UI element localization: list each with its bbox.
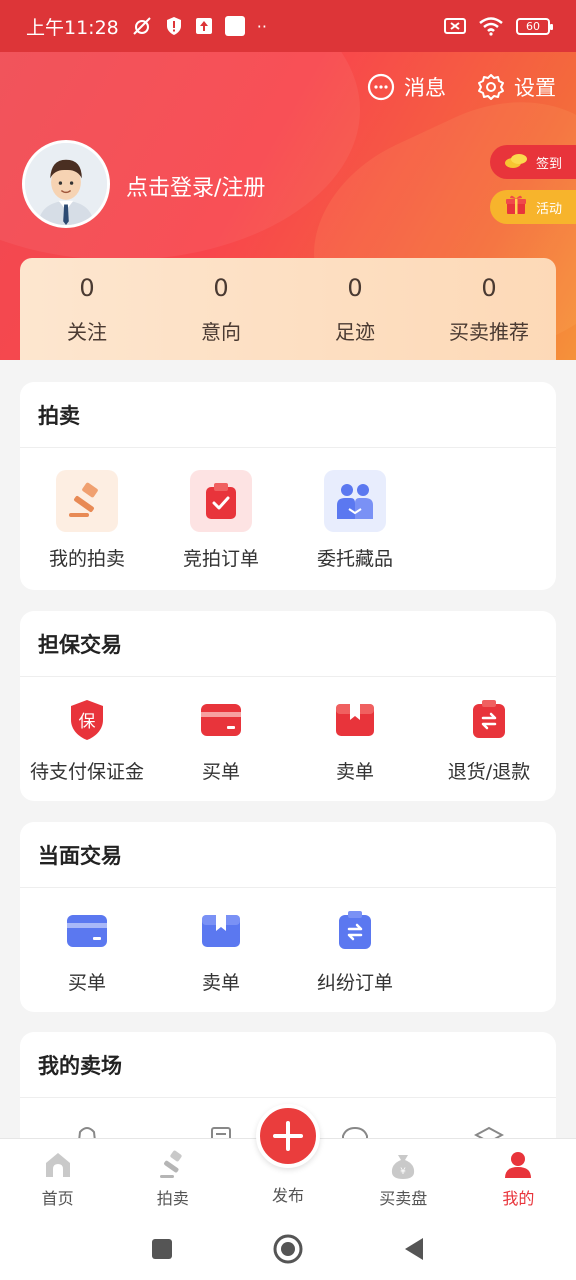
notification-square-icon <box>224 16 245 36</box>
return-refund-item[interactable]: 退货/退款 <box>422 695 556 784</box>
activity-label: 活动 <box>536 201 563 217</box>
guarantee-sell-orders-item[interactable]: 卖单 <box>288 695 422 784</box>
wifi-icon <box>478 16 504 36</box>
dispute-icon <box>324 906 386 956</box>
stat-footprint[interactable]: 0 足迹 <box>288 258 422 360</box>
gavel-icon <box>56 470 118 532</box>
tab-label: 我的 <box>502 1188 535 1208</box>
settings-label: 设置 <box>514 76 556 100</box>
stat-value: 0 <box>481 273 497 302</box>
stat-intent[interactable]: 0 意向 <box>154 258 288 360</box>
shield-bao-icon: 保 <box>56 695 118 745</box>
guarantee-trade-card: 担保交易 保 待支付保证金 买单 卖单 退货/退款 <box>20 611 556 801</box>
f2f-sell-orders-item[interactable]: 卖单 <box>154 906 288 995</box>
section-title: 拍卖 <box>20 382 556 448</box>
stat-recommend[interactable]: 0 买卖推荐 <box>422 258 556 360</box>
guarantee-buy-orders-item[interactable]: 买单 <box>154 695 288 784</box>
shield-alert-icon <box>165 16 183 36</box>
stat-value: 0 <box>347 273 363 302</box>
stat-label: 关注 <box>67 319 107 344</box>
more-dots-icon: ·· <box>256 16 267 36</box>
stat-follow[interactable]: 0 关注 <box>20 258 154 360</box>
item-label: 我的拍卖 <box>48 548 125 570</box>
consign-item[interactable]: 委托藏品 <box>288 470 422 571</box>
item-label: 买单 <box>201 761 240 783</box>
stat-value: 0 <box>79 273 95 302</box>
user-icon <box>505 1151 532 1178</box>
tab-home[interactable]: 首页 <box>0 1139 115 1218</box>
sign-in-label: 签到 <box>536 156 563 172</box>
item-label: 委托藏品 <box>316 548 393 570</box>
money-bag-icon: ¥ <box>392 1154 415 1179</box>
section-title: 当面交易 <box>20 822 556 888</box>
gavel-icon <box>159 1150 182 1178</box>
battery-level: 60 <box>526 19 540 33</box>
sim-icon <box>444 17 466 35</box>
battery-icon: 60 <box>516 17 553 35</box>
stat-label: 买卖推荐 <box>449 319 529 344</box>
card-icon <box>56 906 118 956</box>
recent-apps-icon[interactable] <box>151 1238 173 1260</box>
svg-text:¥: ¥ <box>400 1167 406 1177</box>
home-circle-icon[interactable] <box>273 1234 303 1264</box>
coins-icon <box>504 150 528 174</box>
stat-label: 意向 <box>201 319 241 344</box>
home-icon <box>45 1152 70 1177</box>
gear-icon <box>478 74 504 100</box>
face-to-face-trade-card: 当面交易 买单 卖单 纠纷订单 <box>20 822 556 1012</box>
messages-button[interactable]: 消息 <box>366 72 446 102</box>
item-label: 买单 <box>67 972 106 994</box>
tab-label: 首页 <box>41 1188 74 1208</box>
section-title: 我的卖场 <box>20 1032 556 1098</box>
tab-label: 买卖盘 <box>379 1188 428 1208</box>
svg-text:保: 保 <box>79 712 96 732</box>
plus-icon <box>273 1121 303 1151</box>
settings-button[interactable]: 设置 <box>476 72 556 102</box>
stat-value: 0 <box>213 273 229 302</box>
item-label: 卖单 <box>335 761 374 783</box>
back-icon[interactable] <box>403 1236 425 1262</box>
item-label: 卖单 <box>201 972 240 994</box>
mute-alarm-icon <box>131 15 153 37</box>
tab-auction[interactable]: 拍卖 <box>115 1139 230 1218</box>
item-label: 竞拍订单 <box>182 548 259 570</box>
tab-mine[interactable]: 我的 <box>461 1139 576 1218</box>
login-register-link[interactable]: 点击登录/注册 <box>126 170 265 202</box>
messages-label: 消息 <box>404 76 446 100</box>
avatar[interactable] <box>22 140 110 228</box>
handshake-icon <box>324 470 386 532</box>
tab-label: 拍卖 <box>156 1188 189 1208</box>
section-title: 担保交易 <box>20 611 556 677</box>
publish-label: 发布 <box>271 1186 304 1205</box>
item-label: 纠纷订单 <box>316 972 393 994</box>
my-auction-item[interactable]: 我的拍卖 <box>20 470 154 571</box>
stats-bar: 0 关注 0 意向 0 足迹 0 买卖推荐 <box>20 258 556 360</box>
auction-card: 拍卖 我的拍卖 竞拍订单 委托藏品 <box>20 382 556 590</box>
activity-button[interactable]: 活动 <box>490 190 576 224</box>
status-bar: 上午11:28 ·· 60 <box>0 0 576 52</box>
system-navigation-bar <box>0 1218 576 1280</box>
tab-market[interactable]: ¥ 买卖盘 <box>346 1139 461 1218</box>
publish-button[interactable] <box>256 1104 320 1168</box>
box-icon <box>324 695 386 745</box>
status-time: 上午11:28 <box>26 16 119 39</box>
sign-in-button[interactable]: 签到 <box>490 145 576 179</box>
upload-icon <box>195 17 213 35</box>
dispute-orders-item[interactable]: 纠纷订单 <box>288 906 422 995</box>
pending-deposit-item[interactable]: 保 待支付保证金 <box>20 695 154 784</box>
refund-icon <box>458 695 520 745</box>
box-icon <box>190 906 252 956</box>
item-label: 退货/退款 <box>447 761 531 783</box>
bid-orders-item[interactable]: 竞拍订单 <box>154 470 288 571</box>
clipboard-check-icon <box>190 470 252 532</box>
message-icon <box>367 73 395 101</box>
stat-label: 足迹 <box>335 319 375 344</box>
f2f-buy-orders-item[interactable]: 买单 <box>20 906 154 995</box>
item-label: 待支付保证金 <box>29 761 144 783</box>
card-icon <box>190 695 252 745</box>
gift-icon <box>504 193 528 221</box>
